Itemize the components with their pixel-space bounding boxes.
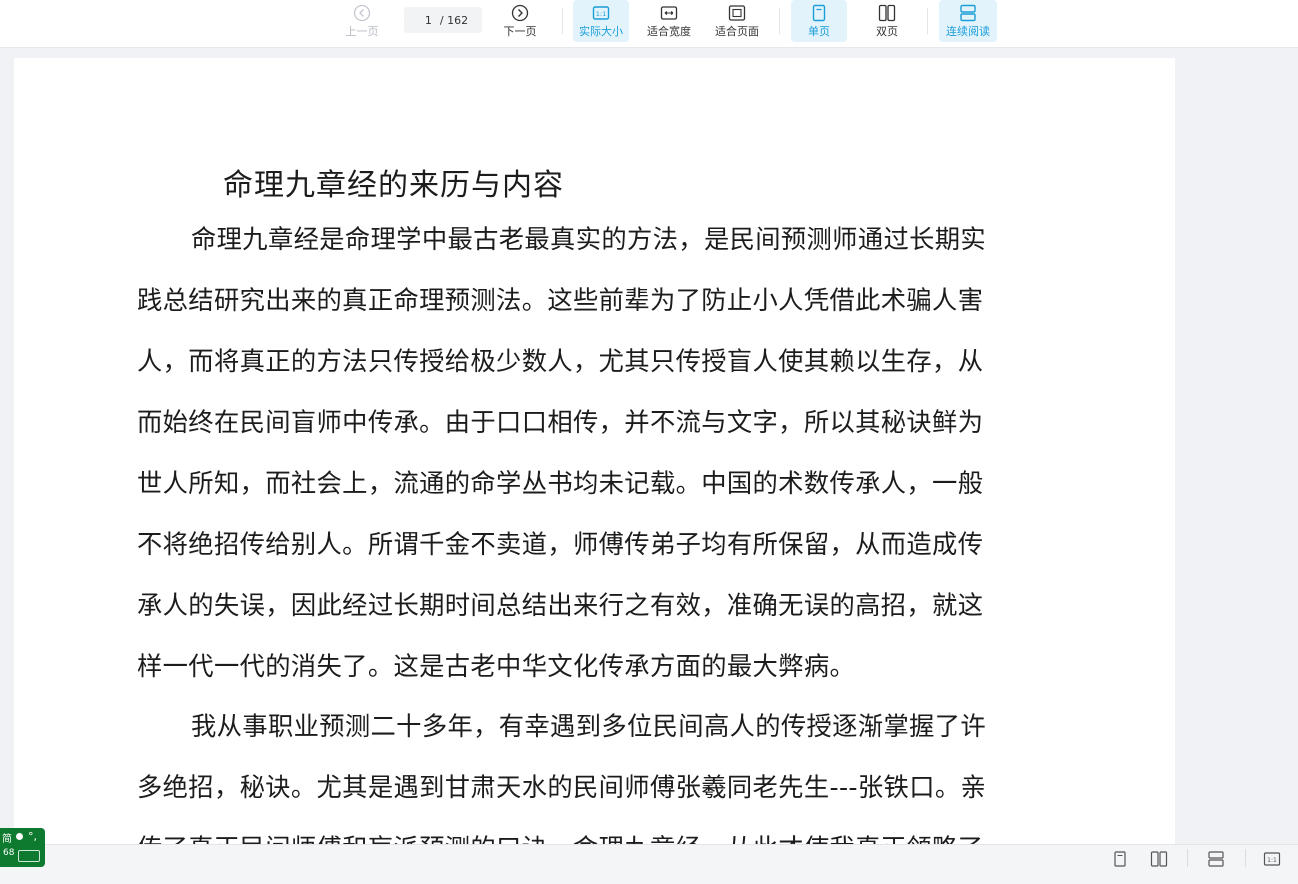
ime-indicator[interactable]: 简 °, 68 xyxy=(0,828,45,867)
toolbar-divider xyxy=(779,8,780,34)
ime-number: 68 xyxy=(3,848,15,858)
ime-mode: 简 xyxy=(2,834,12,845)
fit-page-button[interactable]: 适合页面 xyxy=(709,0,765,42)
fit-page-label: 适合页面 xyxy=(715,25,759,38)
page-number-box[interactable]: 1 / 162 xyxy=(404,7,482,33)
text-line: 我从事职业预测二十多年，有幸遇到多位民间高人的传授逐渐掌握了许 xyxy=(191,712,987,741)
fit-width-icon xyxy=(660,6,678,20)
next-page-label: 下一页 xyxy=(503,25,537,38)
document-page: 命理九章经的来历与内容 命理九章经是命理学中最古老最真实的方法，是民间预测师通过… xyxy=(14,58,1175,844)
text-line: 多绝招，秘诀。尤其是遇到甘肃天水的民间师傅张羲同老先生---张铁口。亲 xyxy=(137,773,987,802)
chevron-right-circle-icon xyxy=(511,4,529,22)
double-page-label: 双页 xyxy=(876,25,898,38)
ime-punctuation: °, xyxy=(28,830,37,843)
ime-dot-icon xyxy=(16,833,23,840)
text-line: 世人所知，而社会上，流通的命学丛书均未记载。中国的术数传承人，一般 xyxy=(137,469,984,498)
text-line: 而始终在民间盲师中传承。由于口口相传，并不流与文字，所以其秘诀鲜为 xyxy=(137,408,984,437)
keyboard-icon xyxy=(18,850,40,862)
single-page-button[interactable]: 单页 xyxy=(791,0,847,42)
toolbar: 上一页 1 / 162 下一页 1:1 实际大小 适合宽度 适合页面 单页 双页… xyxy=(0,0,1298,48)
continuous-reading-icon[interactable] xyxy=(1207,851,1225,867)
toolbar-divider xyxy=(562,8,563,34)
text-line: 人，而将真正的方法只传授给极少数人，尤其只传授盲人使其赖以生存，从 xyxy=(137,347,984,376)
prev-page-button[interactable]: 上一页 xyxy=(340,0,384,42)
text-line: 不将绝招传给别人。所谓千金不卖道，师傅传弟子均有所保留，从而造成传 xyxy=(137,530,984,559)
text-line: 践总结研究出来的真正命理预测法。这些前辈为了防止小人凭借此术骗人害 xyxy=(137,286,984,315)
continuous-reading-label: 连续阅读 xyxy=(946,25,990,38)
total-pages: / 162 xyxy=(439,13,469,27)
double-page-icon xyxy=(878,4,896,22)
toolbar-divider xyxy=(927,8,928,34)
paragraph-1: 命理九章经是命理学中最古老最真实的方法，是民间预测师通过长期实 践总结研究出来的… xyxy=(137,209,1037,697)
status-bar: 1:1 xyxy=(0,844,1298,884)
paragraph-2: 我从事职业预测二十多年，有幸遇到多位民间高人的传授逐渐掌握了许 多绝招，秘诀。尤… xyxy=(137,696,1037,844)
text-line: 样一代一代的消失了。这是古老中华文化传承方面的最大弊病。 xyxy=(137,652,856,681)
double-page-button[interactable]: 双页 xyxy=(859,0,915,42)
text-line: 传了真正民间师傅和盲派预测的口诀，命理九章经。从此才使我真正领略了 xyxy=(137,818,1037,844)
next-page-button[interactable]: 下一页 xyxy=(498,0,542,42)
single-page-label: 单页 xyxy=(808,25,830,38)
prev-page-label: 上一页 xyxy=(345,25,379,38)
single-page-icon[interactable] xyxy=(1111,851,1129,867)
single-page-icon xyxy=(812,4,826,22)
actual-size-button[interactable]: 1:1 实际大小 xyxy=(573,0,629,42)
actual-size-icon-text: 1:1 xyxy=(596,10,606,18)
double-page-icon[interactable] xyxy=(1150,851,1168,867)
document-title: 命理九章经的来历与内容 xyxy=(223,168,564,203)
chevron-left-circle-icon xyxy=(353,4,371,22)
actual-size-icon[interactable]: 1:1 xyxy=(1263,851,1281,867)
current-page-input[interactable]: 1 xyxy=(418,14,432,27)
text-line: 命理九章经是命理学中最古老最真实的方法，是民间预测师通过长期实 xyxy=(191,225,987,254)
fit-width-label: 适合宽度 xyxy=(647,25,691,38)
fit-width-button[interactable]: 适合宽度 xyxy=(641,0,697,42)
fit-page-icon xyxy=(728,5,746,21)
continuous-reading-icon xyxy=(960,4,976,22)
document-viewer[interactable]: 命理九章经的来历与内容 命理九章经是命理学中最古老最真实的方法，是民间预测师通过… xyxy=(0,49,1298,844)
actual-size-icon: 1:1 xyxy=(592,6,610,20)
statusbar-divider xyxy=(1187,849,1188,867)
statusbar-divider xyxy=(1245,849,1246,867)
actual-size-label: 实际大小 xyxy=(579,25,623,38)
actual-size-icon-text: 1:1 xyxy=(1267,857,1277,864)
text-line: 承人的失误，因此经过长期时间总结出来行之有效，准确无误的高招，就这 xyxy=(137,591,984,620)
continuous-reading-button[interactable]: 连续阅读 xyxy=(939,0,997,42)
